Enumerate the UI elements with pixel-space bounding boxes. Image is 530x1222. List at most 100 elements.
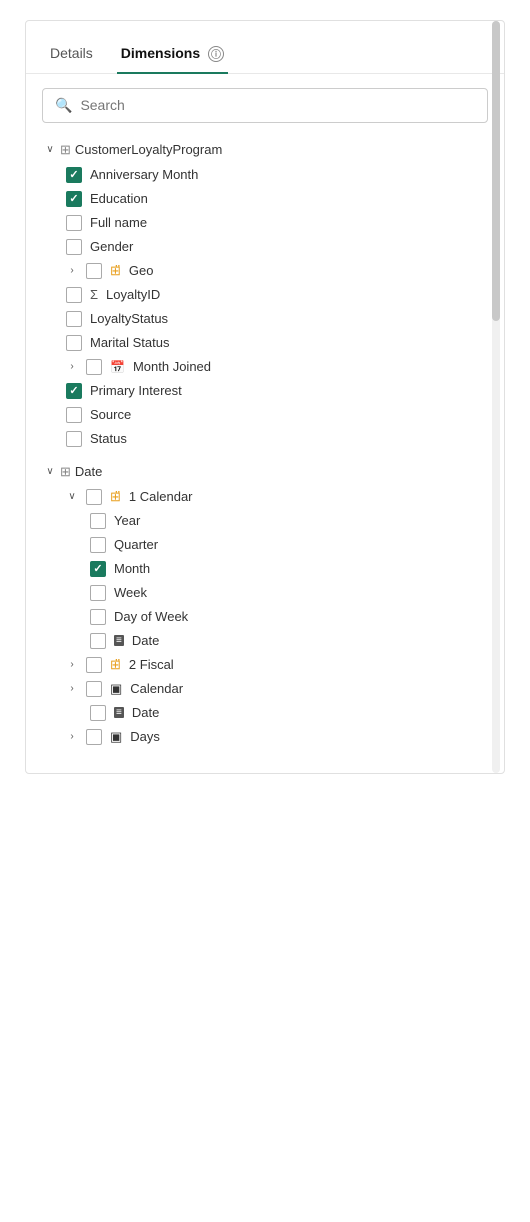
group-label-customer: CustomerLoyaltyProgram bbox=[75, 142, 222, 157]
checkbox-month[interactable] bbox=[90, 561, 106, 577]
checkbox-date-field2[interactable] bbox=[90, 705, 106, 721]
expand-arrow-geo: › bbox=[66, 265, 78, 276]
expand-arrow-days: › bbox=[66, 731, 78, 742]
hier-icon-geo: ⊞̈ bbox=[110, 263, 121, 279]
dimensions-info-icon[interactable]: ⓘ bbox=[208, 46, 224, 62]
item-1-calendar[interactable]: ∨ ⊞̈ 1 Calendar bbox=[38, 485, 504, 509]
item-loyalty-id[interactable]: Σ LoyaltyID bbox=[38, 283, 504, 307]
checkbox-loyalty-id[interactable] bbox=[66, 287, 82, 303]
search-icon: 🔍 bbox=[55, 97, 72, 114]
item-status[interactable]: Status bbox=[38, 427, 504, 451]
hier-icon-1-calendar: ⊞̈ bbox=[110, 489, 121, 505]
checkbox-date-field[interactable] bbox=[90, 633, 106, 649]
table-col-icon-date2: ≡ bbox=[114, 707, 124, 718]
item-geo[interactable]: › ⊞̈ Geo bbox=[38, 259, 504, 283]
checkbox-status[interactable] bbox=[66, 431, 82, 447]
label-marital-status: Marital Status bbox=[90, 335, 169, 350]
tabs-container: Details Dimensions ⓘ bbox=[26, 21, 504, 74]
item-full-name[interactable]: Full name bbox=[38, 211, 504, 235]
label-status: Status bbox=[90, 431, 127, 446]
item-loyalty-status[interactable]: LoyaltyStatus bbox=[38, 307, 504, 331]
item-primary-interest[interactable]: Primary Interest bbox=[38, 379, 504, 403]
item-year[interactable]: Year bbox=[38, 509, 504, 533]
label-1-calendar: 1 Calendar bbox=[129, 489, 193, 504]
expand-arrow-month-joined: › bbox=[66, 361, 78, 372]
checkbox-year[interactable] bbox=[90, 513, 106, 529]
label-primary-interest: Primary Interest bbox=[90, 383, 182, 398]
table-icon-customer: ⊞ bbox=[60, 142, 71, 158]
black-table-icon-days: ▣ bbox=[110, 729, 122, 745]
hier-icon-2-fiscal: ⊞̈ bbox=[110, 657, 121, 673]
label-calendar: Calendar bbox=[130, 681, 183, 696]
expand-arrow-1-calendar: ∨ bbox=[66, 491, 78, 502]
search-input[interactable] bbox=[80, 97, 475, 113]
label-date-field: Date bbox=[132, 633, 159, 648]
scrollbar-thumb[interactable] bbox=[492, 21, 500, 321]
label-2-fiscal: 2 Fiscal bbox=[129, 657, 174, 672]
checkbox-week[interactable] bbox=[90, 585, 106, 601]
expand-arrow-2-fiscal: › bbox=[66, 659, 78, 670]
item-gender[interactable]: Gender bbox=[38, 235, 504, 259]
checkbox-month-joined[interactable] bbox=[86, 359, 102, 375]
tab-dimensions[interactable]: Dimensions ⓘ bbox=[117, 37, 228, 74]
checkbox-source[interactable] bbox=[66, 407, 82, 423]
checkbox-full-name[interactable] bbox=[66, 215, 82, 231]
label-day-of-week: Day of Week bbox=[114, 609, 188, 624]
checkbox-primary-interest[interactable] bbox=[66, 383, 82, 399]
checkbox-calendar[interactable] bbox=[86, 681, 102, 697]
label-gender: Gender bbox=[90, 239, 133, 254]
checkbox-education[interactable] bbox=[66, 191, 82, 207]
panel: Details Dimensions ⓘ 🔍 ∨ ⊞ CustomerLoyal… bbox=[25, 20, 505, 774]
calendar-icon-month-joined: 📅 bbox=[110, 360, 125, 374]
expand-arrow-customer: ∨ bbox=[44, 144, 56, 155]
label-anniversary-month: Anniversary Month bbox=[90, 167, 198, 182]
scrollbar-track bbox=[492, 21, 500, 773]
item-day-of-week[interactable]: Day of Week bbox=[38, 605, 504, 629]
label-year: Year bbox=[114, 513, 140, 528]
label-week: Week bbox=[114, 585, 147, 600]
item-marital-status[interactable]: Marital Status bbox=[38, 331, 504, 355]
search-container: 🔍 bbox=[42, 88, 488, 123]
label-full-name: Full name bbox=[90, 215, 147, 230]
sigma-icon-loyalty: Σ bbox=[90, 287, 98, 302]
checkbox-anniversary-month[interactable] bbox=[66, 167, 82, 183]
search-box: 🔍 bbox=[42, 88, 488, 123]
checkbox-gender[interactable] bbox=[66, 239, 82, 255]
item-month[interactable]: Month bbox=[38, 557, 504, 581]
label-education: Education bbox=[90, 191, 148, 206]
tree-container: ∨ ⊞ CustomerLoyaltyProgram Anniversary M… bbox=[26, 133, 504, 753]
checkbox-1-calendar[interactable] bbox=[86, 489, 102, 505]
checkbox-2-fiscal[interactable] bbox=[86, 657, 102, 673]
checkbox-days[interactable] bbox=[86, 729, 102, 745]
item-education[interactable]: Education bbox=[38, 187, 504, 211]
item-quarter[interactable]: Quarter bbox=[38, 533, 504, 557]
item-week[interactable]: Week bbox=[38, 581, 504, 605]
checkbox-marital-status[interactable] bbox=[66, 335, 82, 351]
item-days[interactable]: › ▣ Days bbox=[38, 725, 504, 749]
group-customer-loyalty[interactable]: ∨ ⊞ CustomerLoyaltyProgram bbox=[38, 137, 504, 163]
item-2-fiscal[interactable]: › ⊞̈ 2 Fiscal bbox=[38, 653, 504, 677]
item-calendar[interactable]: › ▣ Calendar bbox=[38, 677, 504, 701]
label-loyalty-id: LoyaltyID bbox=[106, 287, 160, 302]
label-geo: Geo bbox=[129, 263, 154, 278]
item-date-field2[interactable]: ≡ Date bbox=[38, 701, 504, 725]
label-month: Month bbox=[114, 561, 150, 576]
expand-arrow-date: ∨ bbox=[44, 466, 56, 477]
table-col-icon-date: ≡ bbox=[114, 635, 124, 646]
label-days: Days bbox=[130, 729, 160, 744]
item-month-joined[interactable]: › 📅 Month Joined bbox=[38, 355, 504, 379]
checkbox-day-of-week[interactable] bbox=[90, 609, 106, 625]
group-label-date: Date bbox=[75, 464, 102, 479]
label-source: Source bbox=[90, 407, 131, 422]
table-icon-date: ⊞ bbox=[60, 464, 71, 480]
item-source[interactable]: Source bbox=[38, 403, 504, 427]
label-date-field2: Date bbox=[132, 705, 159, 720]
checkbox-quarter[interactable] bbox=[90, 537, 106, 553]
tab-details[interactable]: Details bbox=[46, 37, 97, 74]
checkbox-loyalty-status[interactable] bbox=[66, 311, 82, 327]
item-date-field[interactable]: ≡ Date bbox=[38, 629, 504, 653]
item-anniversary-month[interactable]: Anniversary Month bbox=[38, 163, 504, 187]
label-quarter: Quarter bbox=[114, 537, 158, 552]
group-date[interactable]: ∨ ⊞ Date bbox=[38, 459, 504, 485]
checkbox-geo[interactable] bbox=[86, 263, 102, 279]
